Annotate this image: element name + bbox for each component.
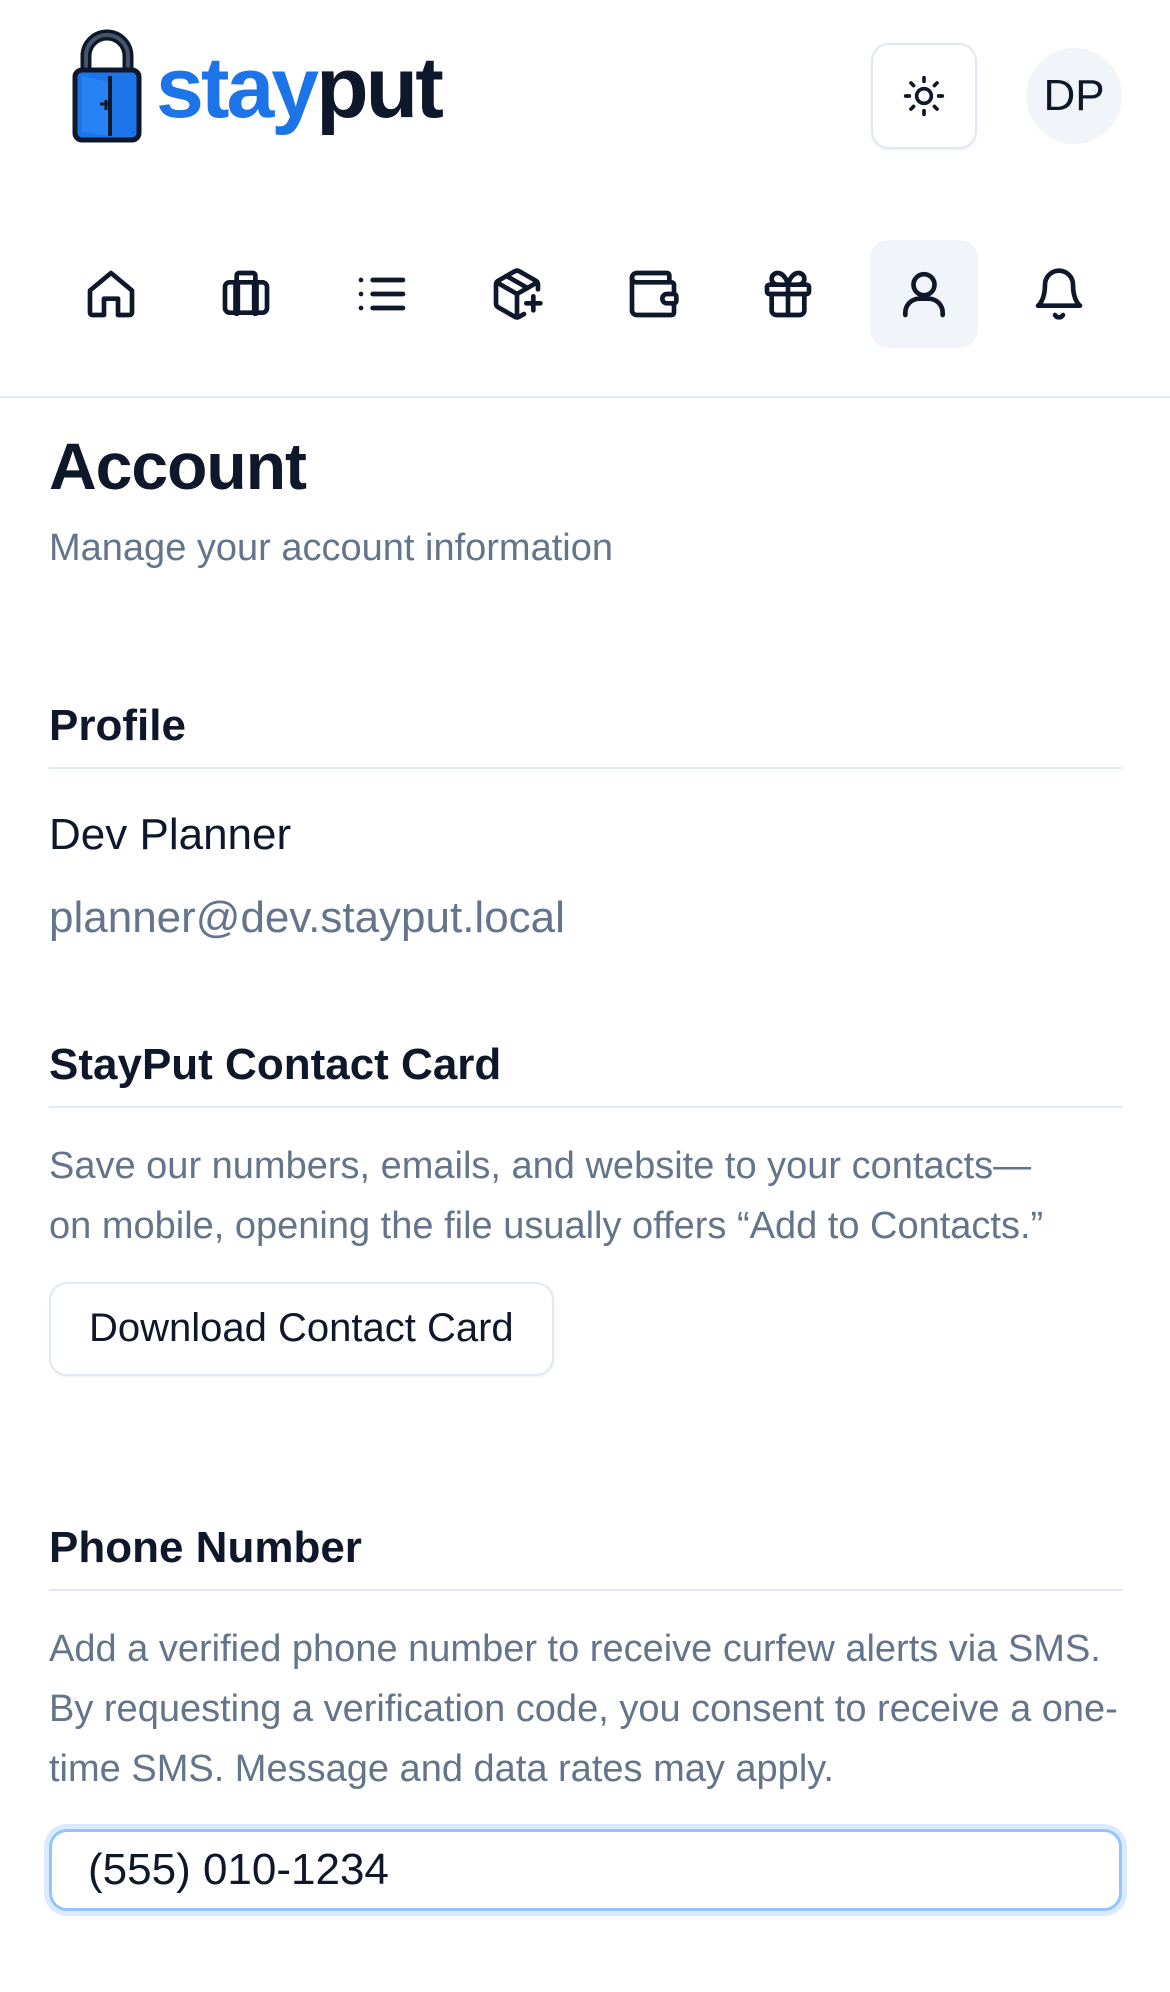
brand-wordmark: stayput bbox=[156, 45, 444, 131]
nav-item-wallet[interactable] bbox=[599, 240, 707, 348]
nav-item-gifts[interactable] bbox=[734, 240, 842, 348]
page-title: Account bbox=[49, 429, 307, 503]
wallet-icon bbox=[629, 270, 679, 318]
theme-toggle-button[interactable] bbox=[871, 43, 977, 149]
luggage-icon bbox=[223, 270, 270, 317]
account-page: Account Manage your account information … bbox=[49, 420, 1122, 1911]
profile-heading: Profile bbox=[49, 700, 1122, 769]
bell-icon bbox=[1035, 268, 1083, 320]
phone-number-input[interactable] bbox=[49, 1828, 1122, 1911]
app-header: stayput DP bbox=[0, 0, 1170, 200]
download-contact-card-button[interactable]: Download Contact Card bbox=[49, 1281, 554, 1376]
user-avatar[interactable]: DP bbox=[1026, 48, 1122, 144]
phone-number-description: Add a verified phone number to receive c… bbox=[49, 1627, 1118, 1790]
main-nav bbox=[57, 240, 1113, 348]
contact-card-description: Save our numbers, emails, and website to… bbox=[49, 1144, 1044, 1247]
header-divider bbox=[0, 396, 1170, 398]
gift-icon bbox=[764, 270, 812, 318]
sun-icon bbox=[903, 75, 945, 117]
nav-item-luggage[interactable] bbox=[192, 240, 300, 348]
phone-number-section: Phone Number Add a verified phone number… bbox=[49, 1522, 1122, 1911]
user-icon bbox=[902, 271, 945, 318]
profile-name: Dev Planner bbox=[49, 809, 292, 859]
nav-item-add-package[interactable] bbox=[463, 240, 571, 348]
brand-logo[interactable]: stayput bbox=[72, 26, 444, 144]
brand-wordmark-put: put bbox=[316, 40, 444, 136]
nav-item-notifications[interactable] bbox=[1005, 240, 1113, 348]
nav-item-list[interactable] bbox=[328, 240, 436, 348]
page-subtitle: Manage your account information bbox=[49, 526, 613, 569]
package-plus-icon bbox=[493, 268, 543, 320]
phone-number-heading: Phone Number bbox=[49, 1522, 1122, 1591]
brand-wordmark-stay: stay bbox=[156, 40, 319, 136]
nav-item-account[interactable] bbox=[869, 240, 978, 348]
contact-card-section: StayPut Contact Card Save our numbers, e… bbox=[49, 1039, 1122, 1376]
list-icon bbox=[358, 277, 406, 311]
profile-section: Profile Dev Planner planner@dev.stayput.… bbox=[49, 700, 1122, 944]
padlock-logo-icon bbox=[72, 29, 142, 143]
profile-email: planner@dev.stayput.local bbox=[49, 892, 565, 942]
home-icon bbox=[87, 270, 135, 318]
contact-card-heading: StayPut Contact Card bbox=[49, 1039, 1122, 1108]
nav-item-home[interactable] bbox=[57, 240, 165, 348]
